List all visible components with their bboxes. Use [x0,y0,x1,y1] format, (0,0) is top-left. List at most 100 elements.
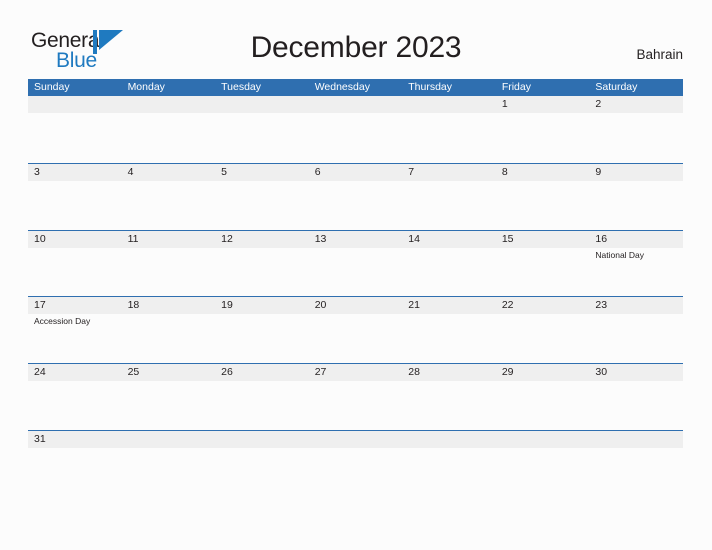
event-slot [402,314,496,363]
event-slot [122,113,216,162]
day-cell-7[interactable]: 7 [402,164,496,181]
day-cell-30[interactable]: 30 [589,364,683,381]
day-number: 28 [408,366,420,379]
weekday-header-sunday: Sunday [34,81,70,93]
event-slot [309,113,403,162]
day-cell-26[interactable]: 26 [215,364,309,381]
day-cell-1[interactable]: 1 [496,96,590,113]
week-event-area [28,448,683,497]
day-cell-2[interactable]: 2 [589,96,683,113]
day-cell-11[interactable]: 11 [122,231,216,248]
day-cell-empty [309,431,403,448]
week-date-band: 10 11 12 13 14 15 16 [28,230,683,248]
weekday-header-monday: Monday [127,81,165,93]
event-slot [402,248,496,297]
day-cell-14[interactable]: 14 [402,231,496,248]
day-number: 3 [34,165,40,178]
event-slot [589,314,683,363]
day-cell-6[interactable]: 6 [309,164,403,181]
week-date-band: 24 25 26 27 28 29 30 [28,364,683,382]
week-event-area: National Day [28,248,683,297]
day-cell-4[interactable]: 4 [122,164,216,181]
day-number: 13 [314,232,327,245]
day-number: 6 [314,165,321,178]
day-cell-27[interactable]: 27 [309,364,403,381]
day-number: 14 [408,232,420,245]
day-cell-12[interactable]: 12 [215,231,309,248]
day-number: 10 [34,232,46,245]
day-number: 12 [221,232,233,245]
day-number: 25 [127,366,140,379]
day-cell-3[interactable]: 3 [28,164,122,181]
event-slot [28,448,122,497]
day-cell-25[interactable]: 25 [122,364,216,381]
event-slot [496,181,590,230]
day-cell-empty [215,96,309,113]
calendar-week-rows: 1 2 3 4 5 6 7 8 9 10 11 12 13 14 15 16 National Day 17 18 1… [28,96,683,497]
day-number: 29 [501,366,514,379]
weekday-header-row: Sunday Monday Tuesday Wednesday Thursday Frid… [28,79,683,96]
day-cell-9[interactable]: 9 [589,164,683,181]
event-slot [402,181,496,230]
day-cell-20[interactable]: 20 [309,297,403,314]
day-cell-10[interactable]: 10 [28,231,122,248]
day-cell-13[interactable]: 13 [309,231,403,248]
event-slot [122,381,216,430]
day-cell-23[interactable]: 23 [589,297,683,314]
event-slot [402,448,496,497]
event-slot [28,248,122,297]
calendar-week-row: 3 4 5 6 7 8 9 [28,162,683,230]
day-number: 5 [221,165,227,178]
event-slot [589,381,683,430]
event-slot: Accession Day [28,314,122,363]
day-number: 2 [595,98,602,110]
day-cell-8[interactable]: 8 [496,164,590,181]
calendar-week-row: 12 [28,96,683,163]
day-number: 27 [314,366,327,379]
week-event-area [28,181,683,230]
day-number: 11 [127,232,139,245]
day-cell-empty [589,431,683,448]
event-slot [122,181,216,230]
calendar-grid: Sunday Monday Tuesday Wednesday Thursday Frid… [28,79,683,497]
region-label: Bahrain [636,47,683,62]
event-slot [309,448,403,497]
day-cell-22[interactable]: 22 [496,297,590,314]
day-number: 19 [221,299,233,312]
day-cell-empty [309,96,403,113]
page-title: December 2023 [250,31,462,64]
event-slot [496,113,590,162]
day-number: 9 [595,165,602,178]
event-slot [496,314,590,363]
event-slot [215,181,309,230]
week-date-band: 17 18 19 20 21 22 23 [28,297,683,315]
day-number: 22 [501,299,514,312]
day-cell-28[interactable]: 28 [402,364,496,381]
event-slot [215,314,309,363]
day-cell-17[interactable]: 17 [28,297,122,314]
calendar-week-row: 24 25 26 27 28 29 30 [28,363,683,430]
day-number: 30 [595,366,608,379]
day-cell-21[interactable]: 21 [402,297,496,314]
weekday-header-tuesday: Tuesday [221,81,262,93]
day-cell-31[interactable]: 31 [28,431,122,448]
day-number: 17 [34,299,46,312]
weekday-header-wednesday: Wednesday [314,81,370,93]
day-cell-15[interactable]: 15 [496,231,590,248]
day-cell-16[interactable]: 16 [589,231,683,248]
holiday-event-label: Accession Day [34,316,91,327]
day-cell-18[interactable]: 18 [122,297,216,314]
weekday-header-thursday: Thursday [408,81,453,93]
day-cell-24[interactable]: 24 [28,364,122,381]
day-cell-empty [402,431,496,448]
weekday-header-saturday: Saturday [595,81,638,93]
event-slot [496,248,590,297]
day-cell-5[interactable]: 5 [215,164,309,181]
event-slot [28,113,122,162]
day-cell-19[interactable]: 19 [215,297,309,314]
week-date-band: 31 [28,430,683,448]
day-cell-29[interactable]: 29 [496,364,590,381]
event-slot [122,448,216,497]
day-cell-empty [496,431,590,448]
day-number: 4 [127,165,134,178]
